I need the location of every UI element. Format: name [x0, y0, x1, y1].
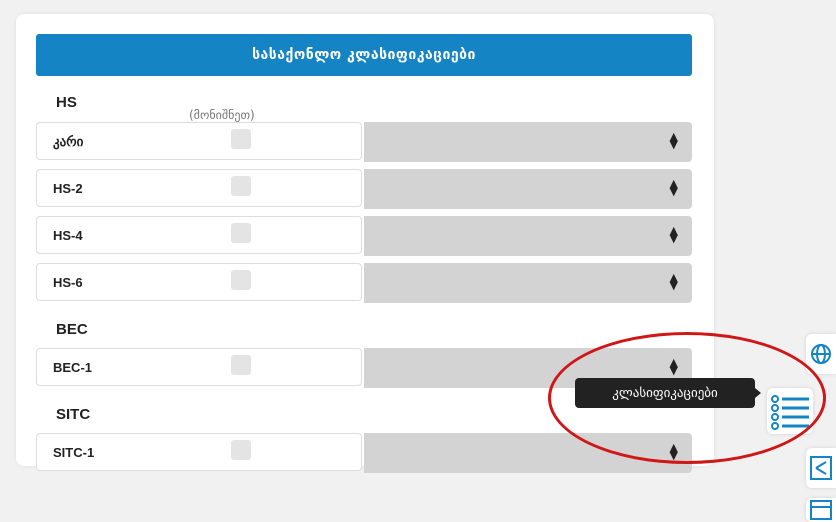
classification-row: HS-2 ▲ ▼: [36, 169, 692, 209]
row-checkbox[interactable]: [231, 223, 251, 243]
row-select[interactable]: ▲ ▼: [364, 216, 692, 256]
row-label-box: კარი: [36, 122, 362, 160]
row-label-box: HS-2: [36, 169, 362, 207]
select-arrows-icon: ▲ ▼: [669, 177, 678, 198]
row-label: BEC-1: [53, 360, 93, 375]
table-button[interactable]: [806, 498, 836, 522]
classification-row: HS-4 ▲ ▼: [36, 216, 692, 256]
select-arrows-icon: ▲ ▼: [669, 224, 678, 245]
row-label: HS-2: [53, 181, 83, 196]
select-arrows-icon: ▲ ▼: [669, 130, 678, 151]
classification-row: კარი ▲ ▼: [36, 122, 692, 162]
row-label: HS-6: [53, 275, 83, 290]
row-checkbox[interactable]: [231, 129, 251, 149]
row-checkbox[interactable]: [231, 440, 251, 460]
row-checkbox[interactable]: [231, 270, 251, 290]
classification-row: HS-6 ▲ ▼: [36, 263, 692, 303]
row-label: HS-4: [53, 228, 83, 243]
row-label-box: HS-4: [36, 216, 362, 254]
share-button[interactable]: [806, 448, 836, 488]
row-select[interactable]: ▲ ▼: [364, 263, 692, 303]
row-select[interactable]: ▲ ▼: [364, 122, 692, 162]
row-checkbox[interactable]: [231, 176, 251, 196]
sitc-section-label: SITC: [56, 406, 91, 423]
globe-icon: [811, 344, 831, 364]
row-select[interactable]: ▲ ▼: [364, 169, 692, 209]
row-label-box: HS-6: [36, 263, 362, 301]
select-arrows-icon: ▲ ▼: [669, 271, 678, 292]
row-label-box: BEC-1: [36, 348, 362, 386]
panel-title: სასაქონლო კლასიფიკაციები: [36, 34, 692, 76]
hs-section-label: HS: [56, 94, 77, 111]
row-label: SITC-1: [53, 445, 95, 460]
share-icon: [810, 456, 832, 480]
classifications-tooltip: კლასიფიკაციები: [575, 378, 761, 408]
row-label: კარი: [53, 134, 84, 149]
row-label-box: SITC-1: [36, 433, 362, 471]
bec-section-label: BEC: [56, 321, 88, 338]
row-checkbox[interactable]: [231, 355, 251, 375]
table-icon: [810, 500, 832, 520]
hs-note: (მონიშნეთ): [189, 108, 255, 122]
